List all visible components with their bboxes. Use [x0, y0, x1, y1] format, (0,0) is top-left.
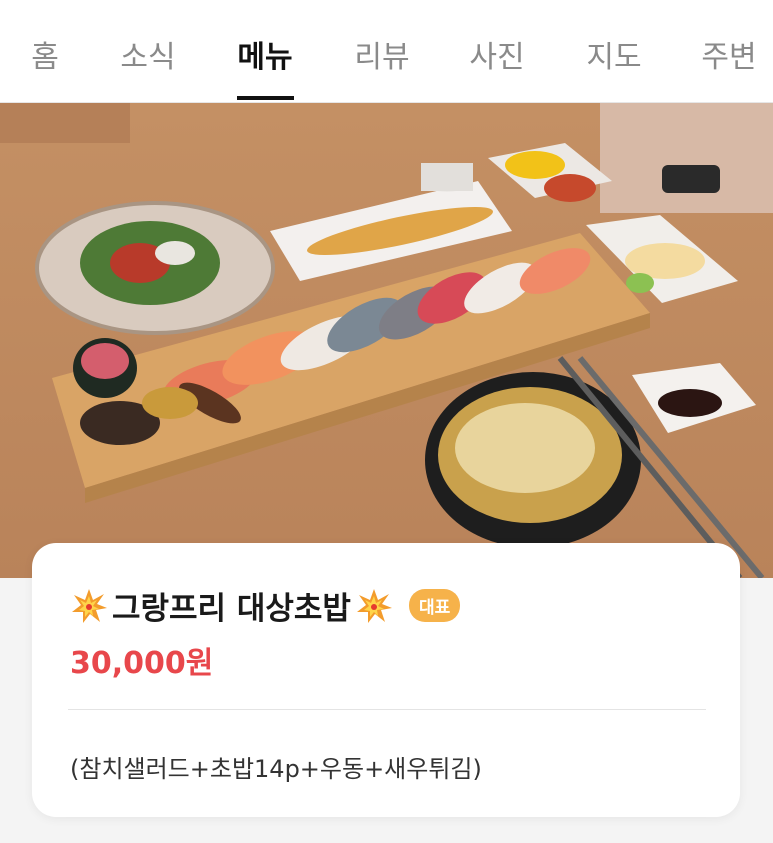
tab-home[interactable]: 홈 — [31, 32, 59, 76]
menu-item-card[interactable]: 그랑프리 대상초밥 대표 30,000원 (참치샐러드+초밥14p+우동+새우튀… — [32, 543, 740, 817]
tab-news[interactable]: 소식 — [120, 32, 175, 76]
collision-burst-icon — [355, 587, 393, 625]
tab-photos[interactable]: 사진 — [469, 32, 524, 76]
menu-item-title-row: 그랑프리 대상초밥 대표 — [70, 583, 461, 628]
tab-map[interactable]: 지도 — [586, 32, 641, 76]
collision-burst-icon — [70, 587, 108, 625]
menu-item-price: 30,000원 — [70, 646, 214, 681]
menu-item-description: (참치샐러드+초밥14p+우동+새우튀김) — [70, 755, 482, 783]
tab-reviews[interactable]: 리뷰 — [354, 32, 409, 76]
signature-badge: 대표 — [408, 589, 461, 622]
menu-photo[interactable] — [0, 103, 773, 578]
active-tab-indicator — [237, 96, 294, 100]
divider — [68, 709, 706, 710]
tab-bar: 홈 소식 메뉴 리뷰 사진 지도 주변 — [0, 0, 773, 103]
menu-item-title: 그랑프리 대상초밥 — [112, 591, 351, 627]
tab-menu[interactable]: 메뉴 — [237, 32, 292, 76]
tab-nearby[interactable]: 주변 — [701, 32, 756, 76]
